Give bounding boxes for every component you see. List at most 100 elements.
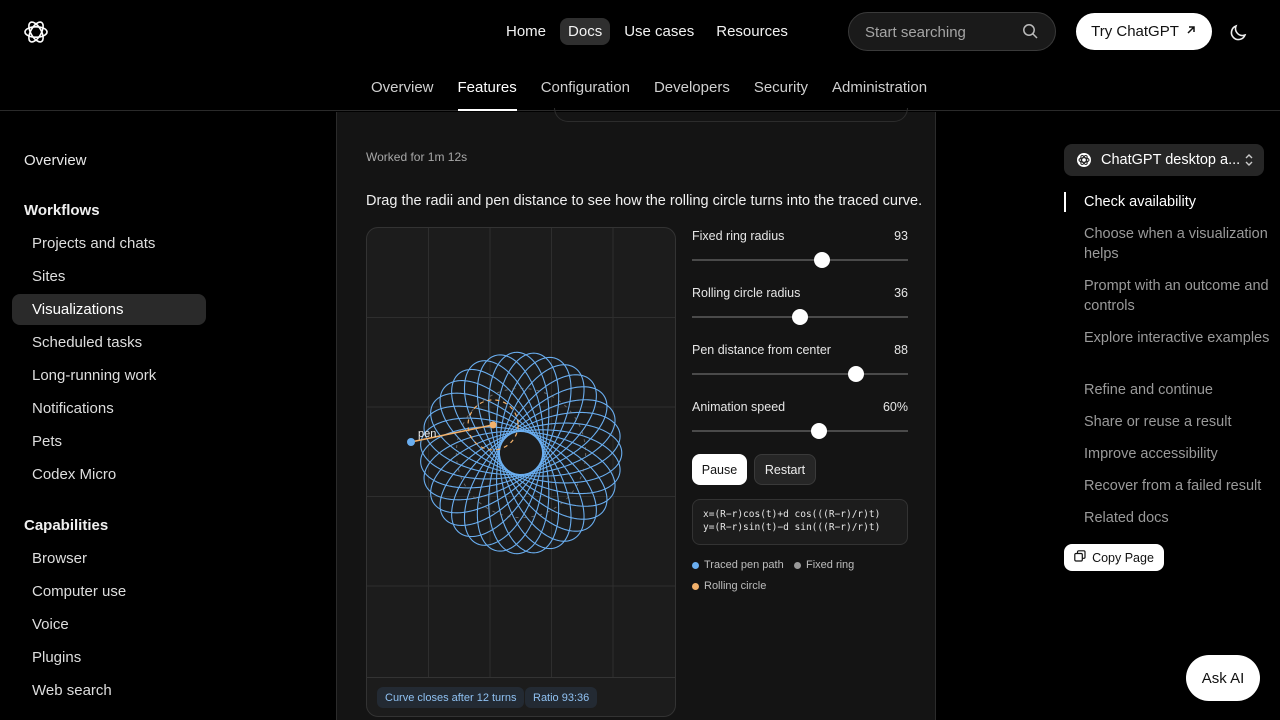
slider-label: Rolling circle radius <box>692 286 801 300</box>
toc-accessibility[interactable]: Improve accessibility <box>1084 444 1274 464</box>
nav-resources[interactable]: Resources <box>708 18 796 45</box>
sidebar-item-codex-micro[interactable]: Codex Micro <box>12 459 206 490</box>
sidebar-item-computer-use[interactable]: Computer use <box>12 576 206 607</box>
sidebar-item-notifications[interactable]: Notifications <box>12 393 206 424</box>
fixed-ring-radius-control: Fixed ring radius 93 <box>692 227 908 277</box>
sidebar-item-projects[interactable]: Projects and chats <box>12 228 206 259</box>
rolling-circle-center <box>489 421 497 429</box>
section-tabs: Overview Features Configuration Develope… <box>0 64 1280 111</box>
openai-logo-icon[interactable] <box>22 18 50 46</box>
slider-value: 88 <box>894 343 908 357</box>
sidebar-item-long-running[interactable]: Long-running work <box>12 360 206 391</box>
grid-lines <box>367 228 675 677</box>
sidebar-item-scheduled-tasks[interactable]: Scheduled tasks <box>12 327 206 358</box>
tab-features[interactable]: Features <box>457 79 517 111</box>
sidebar-item-voice[interactable]: Voice <box>12 609 206 640</box>
rolling-circle-radius-slider[interactable] <box>792 309 808 325</box>
pause-button[interactable]: Pause <box>692 454 747 485</box>
slider-track[interactable] <box>692 373 908 375</box>
toc-check-availability[interactable]: Check availability <box>1084 192 1274 212</box>
legend-traced: Traced pen path <box>692 559 784 571</box>
search-icon[interactable] <box>1022 23 1039 45</box>
previous-message-card <box>554 108 908 122</box>
ring-dot-icon <box>794 561 801 569</box>
page-selector-label: ChatGPT desktop a... <box>1101 152 1241 168</box>
toc-prompt-outcome[interactable]: Prompt with an outcome and controls <box>1084 276 1274 316</box>
slider-value: 36 <box>894 286 908 300</box>
animation-speed-slider[interactable] <box>811 423 828 439</box>
traced-pen-path <box>420 351 623 555</box>
legend-label: Fixed ring <box>806 559 855 571</box>
visualization-instruction: Drag the radii and pen distance to see h… <box>366 193 923 209</box>
ratio-pill: Ratio 93:36 <box>525 687 598 708</box>
slider-value: 93 <box>894 229 908 243</box>
slider-track[interactable] <box>692 430 908 432</box>
spirograph-canvas[interactable]: pen <box>367 228 676 677</box>
sidebar-section-workflows[interactable]: Workflows <box>24 202 100 219</box>
copy-page-button[interactable]: Copy Page <box>1064 544 1164 571</box>
sidebar-item-plugins[interactable]: Plugins <box>12 642 206 673</box>
sidebar-section-capabilities[interactable]: Capabilities <box>24 517 108 534</box>
sidebar-item-web-search[interactable]: Web search <box>12 675 206 706</box>
nav-home[interactable]: Home <box>498 18 554 45</box>
restart-button[interactable]: Restart <box>754 454 816 485</box>
formula-x: x=(R−r)cos(t)+d cos(((R−r)/r)t) <box>703 509 881 520</box>
legend-rolling: Rolling circle <box>692 580 766 592</box>
chevron-up-down-icon <box>1244 152 1254 173</box>
slider-value: 60% <box>882 400 908 414</box>
toc-active-indicator <box>1064 192 1066 212</box>
nav-docs[interactable]: Docs <box>560 18 611 45</box>
toc-explore-examples[interactable]: Explore interactive examples <box>1084 328 1274 348</box>
chatgpt-icon <box>1076 152 1092 173</box>
legend-label: Rolling circle <box>704 580 767 592</box>
formula-box: x=(R−r)cos(t)+d cos(((R−r)/r)t) y=(R−r)s… <box>692 499 908 545</box>
tab-overview[interactable]: Overview <box>371 79 434 111</box>
chat-panel: Worked for 1m 12s Drag the radii and pen… <box>336 108 936 720</box>
sidebar-item-browser[interactable]: Browser <box>12 543 206 574</box>
tab-security[interactable]: Security <box>754 79 808 111</box>
ask-ai-button[interactable]: Ask AI <box>1186 655 1260 701</box>
viz-footer: Curve closes after 12 turns Ratio 93:36 <box>367 677 675 716</box>
toc-share-reuse[interactable]: Share or reuse a result <box>1084 412 1274 432</box>
nav-use-cases[interactable]: Use cases <box>616 18 702 45</box>
arrow-up-right-icon <box>1185 23 1197 40</box>
closure-pill: Curve closes after 12 turns <box>377 687 525 708</box>
sidebar-item-pets[interactable]: Pets <box>12 426 206 457</box>
tab-configuration[interactable]: Configuration <box>541 79 630 111</box>
formula-y: y=(R−r)sin(t)−d sin(((R−r)/r)t) <box>703 521 881 533</box>
pen-distance-control: Pen distance from center 88 <box>692 341 908 391</box>
sidebar-item-visualizations[interactable]: Visualizations <box>12 294 206 325</box>
tab-administration[interactable]: Administration <box>832 79 927 111</box>
toc-related-docs[interactable]: Related docs <box>1084 508 1274 528</box>
try-chatgpt-label: Try ChatGPT <box>1091 23 1179 40</box>
page-selector[interactable]: ChatGPT desktop a... <box>1064 144 1264 176</box>
main-nav: Home Docs Use cases Resources <box>498 18 796 45</box>
search-input[interactable] <box>865 22 1025 42</box>
worked-duration[interactable]: Worked for 1m 12s <box>366 150 467 164</box>
slider-track[interactable] <box>692 259 908 261</box>
pen-label: pen <box>418 428 436 440</box>
fixed-ring-radius-slider[interactable] <box>813 252 830 268</box>
pen-distance-slider[interactable] <box>848 366 865 382</box>
sidebar-item-overview[interactable]: Overview <box>24 152 87 169</box>
slider-label: Pen distance from center <box>692 343 831 357</box>
toc-choose-when[interactable]: Choose when a visualization helps <box>1084 224 1274 264</box>
slider-label: Fixed ring radius <box>692 229 785 243</box>
spirograph-visualization[interactable]: pen Curve closes after 12 turns Ratio 93… <box>366 227 676 717</box>
try-chatgpt-button[interactable]: Try ChatGPT <box>1076 13 1212 50</box>
legend-label: Traced pen path <box>704 559 784 571</box>
toc-recover-failed[interactable]: Recover from a failed result <box>1084 476 1274 496</box>
copy-page-label: Copy Page <box>1092 550 1154 565</box>
tab-developers[interactable]: Developers <box>654 79 730 111</box>
sidebar-item-sites[interactable]: Sites <box>12 261 206 292</box>
search-box[interactable] <box>848 12 1056 51</box>
toc-refine-continue[interactable]: Refine and continue <box>1084 380 1274 400</box>
copy-icon <box>1074 550 1086 565</box>
legend-ring: Fixed ring <box>794 559 854 571</box>
moon-icon[interactable] <box>1229 22 1249 47</box>
pen-point <box>407 438 415 446</box>
rolling-dot-icon <box>692 582 699 590</box>
slider-label: Animation speed <box>692 400 786 414</box>
rolling-circle-radius-control: Rolling circle radius 36 <box>692 284 908 334</box>
traced-dot-icon <box>692 561 699 569</box>
